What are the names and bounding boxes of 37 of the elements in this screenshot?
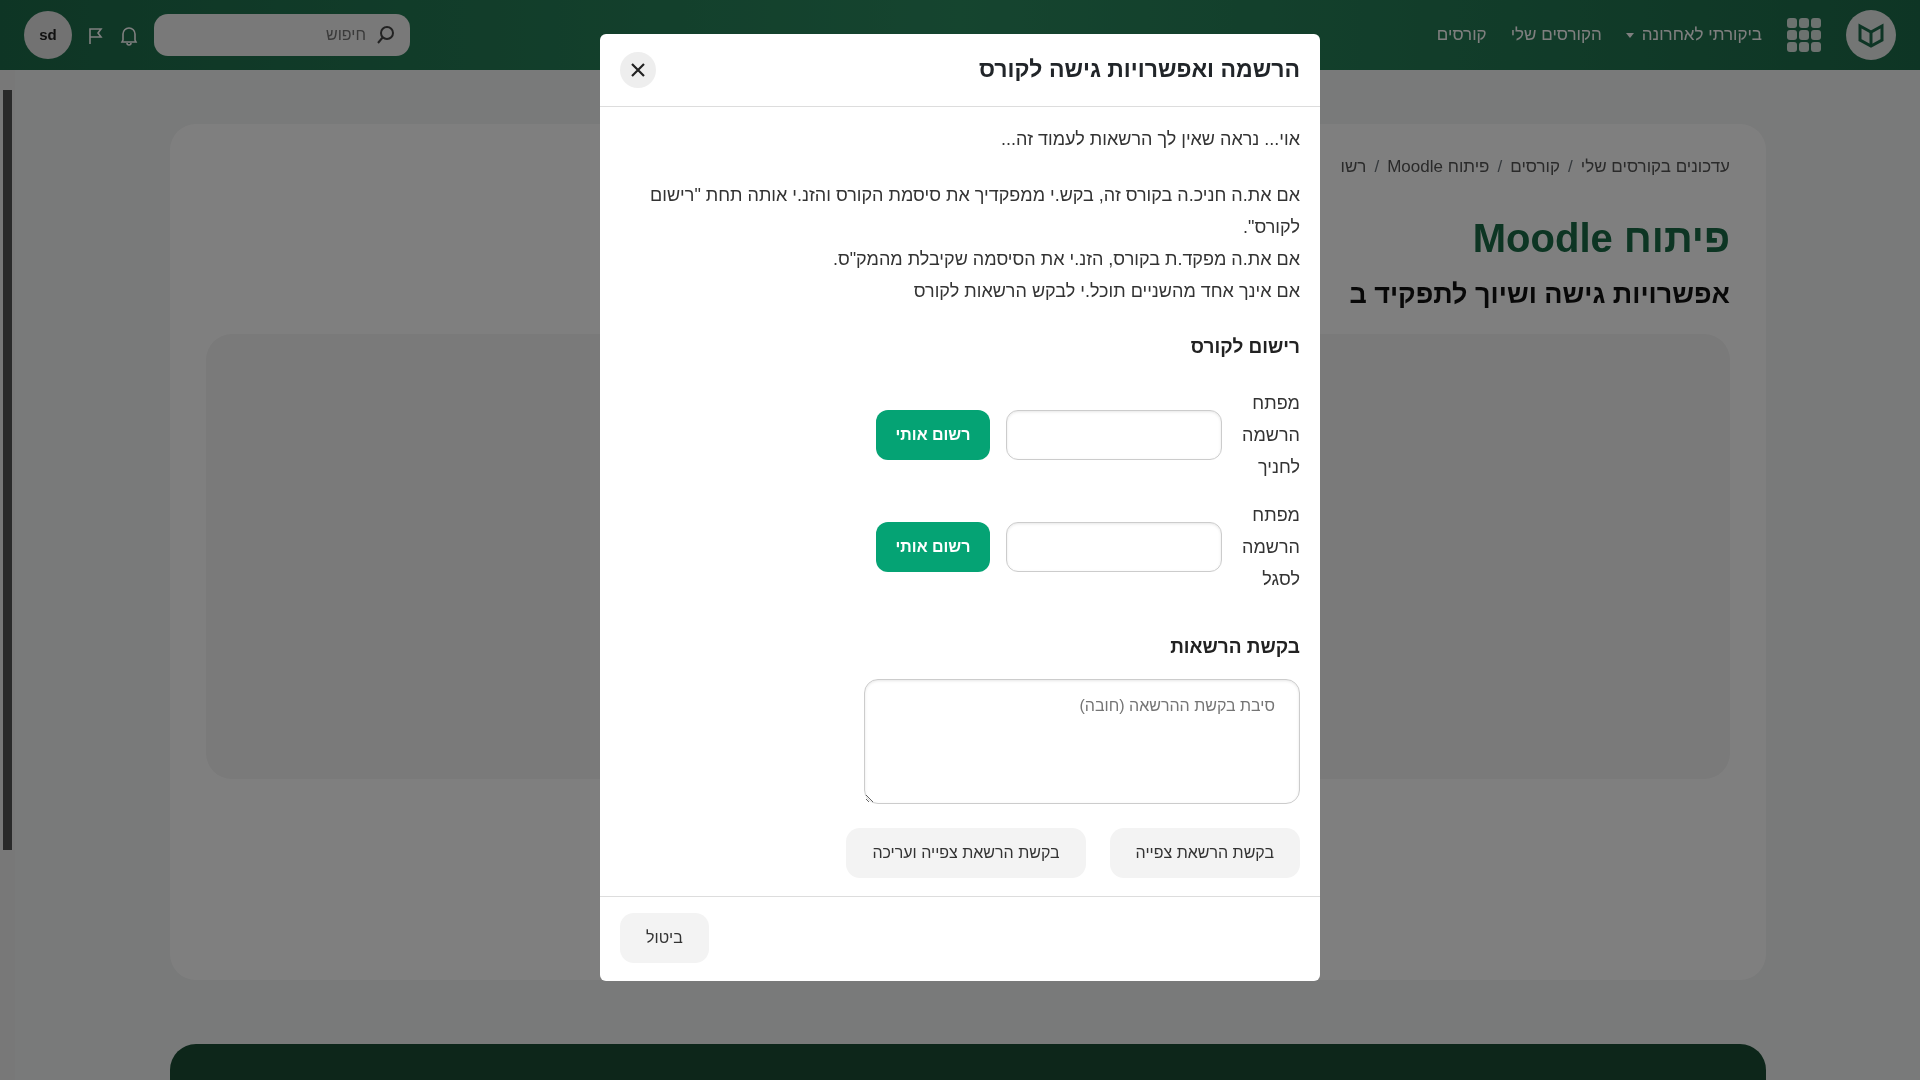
nav-link[interactable]: קורסים — [1436, 22, 1487, 48]
caret-icon — [1625, 32, 1634, 38]
breadcrumb-link[interactable]: קורסים — [1510, 154, 1560, 180]
close-button[interactable] — [620, 52, 656, 88]
enrolment-key-field[interactable] — [1006, 410, 1222, 460]
nav-link[interactable]: הקורסים שלי — [1510, 22, 1602, 48]
logo[interactable] — [1846, 10, 1896, 60]
close-icon — [631, 63, 645, 77]
nav-dropdown[interactable]: ביקורתי לאחרונה — [1625, 22, 1762, 48]
breadcrumb-separator: / — [1374, 156, 1380, 178]
instruction-text: אם את.ה חניכ.ה בקורס זה, בקש.י ממפקדיך את סיסמת הקורס והזנ.י אותה תחת "רישום לקורס". — [649, 184, 1300, 239]
page-subtitle: אפשרויות גישה ושיוך לתפקיד ב — [1349, 277, 1730, 310]
breadcrumb-link[interactable]: פיתוח Moodle — [1387, 154, 1490, 180]
cancel-button[interactable]: ביטול — [620, 913, 709, 963]
page-title: פיתוח Moodle — [1472, 214, 1730, 262]
reason-field[interactable]: סיבת בקשת ההרשאה (חובה) — [864, 679, 1300, 804]
breadcrumb-separator: / — [1497, 156, 1503, 178]
enrol-button[interactable]: רשום אותי — [876, 522, 990, 572]
instruction-text: אם את.ה מפקד.ת בקורס, הזנ.י את הסיסמה שקיבלת מהמק"ס. — [831, 248, 1300, 271]
field-label: מפתח הרשמה לחניך — [1241, 392, 1300, 479]
instruction-text: אם אינך אחד מהשניים תוכל.י לבקש הרשאות לקורס — [912, 280, 1300, 303]
section-heading: רישום לקורס — [1189, 335, 1300, 359]
search-icon — [376, 25, 396, 45]
enrolment-key-field[interactable] — [1006, 522, 1222, 572]
search-field[interactable]: חיפוש — [154, 14, 410, 56]
user-avatar[interactable]: sd — [24, 11, 72, 59]
section-heading: בקשת הרשאות — [1169, 635, 1300, 659]
breadcrumb-separator: / — [1568, 156, 1573, 178]
request-button[interactable]: בקשת הרשאת צפייה ועריכה — [846, 828, 1086, 878]
breadcrumb-link[interactable]: עדכונים בקורסים שלי — [1580, 154, 1730, 180]
request-button[interactable]: בקשת הרשאת צפייה — [1109, 828, 1300, 878]
apps-grid-icon[interactable] — [1786, 17, 1822, 53]
modal-title: הרשמה ואפשרויות גישה לקורס — [979, 56, 1300, 84]
breadcrumb-link[interactable]: רשו — [1340, 154, 1367, 180]
field-label: מפתח הרשמה לסגל — [1241, 504, 1300, 591]
enrol-button[interactable]: רשום אותי — [876, 410, 990, 460]
intro-text: אוי... נראה שאין לך הרשאות לעמוד זה... — [1000, 128, 1300, 151]
